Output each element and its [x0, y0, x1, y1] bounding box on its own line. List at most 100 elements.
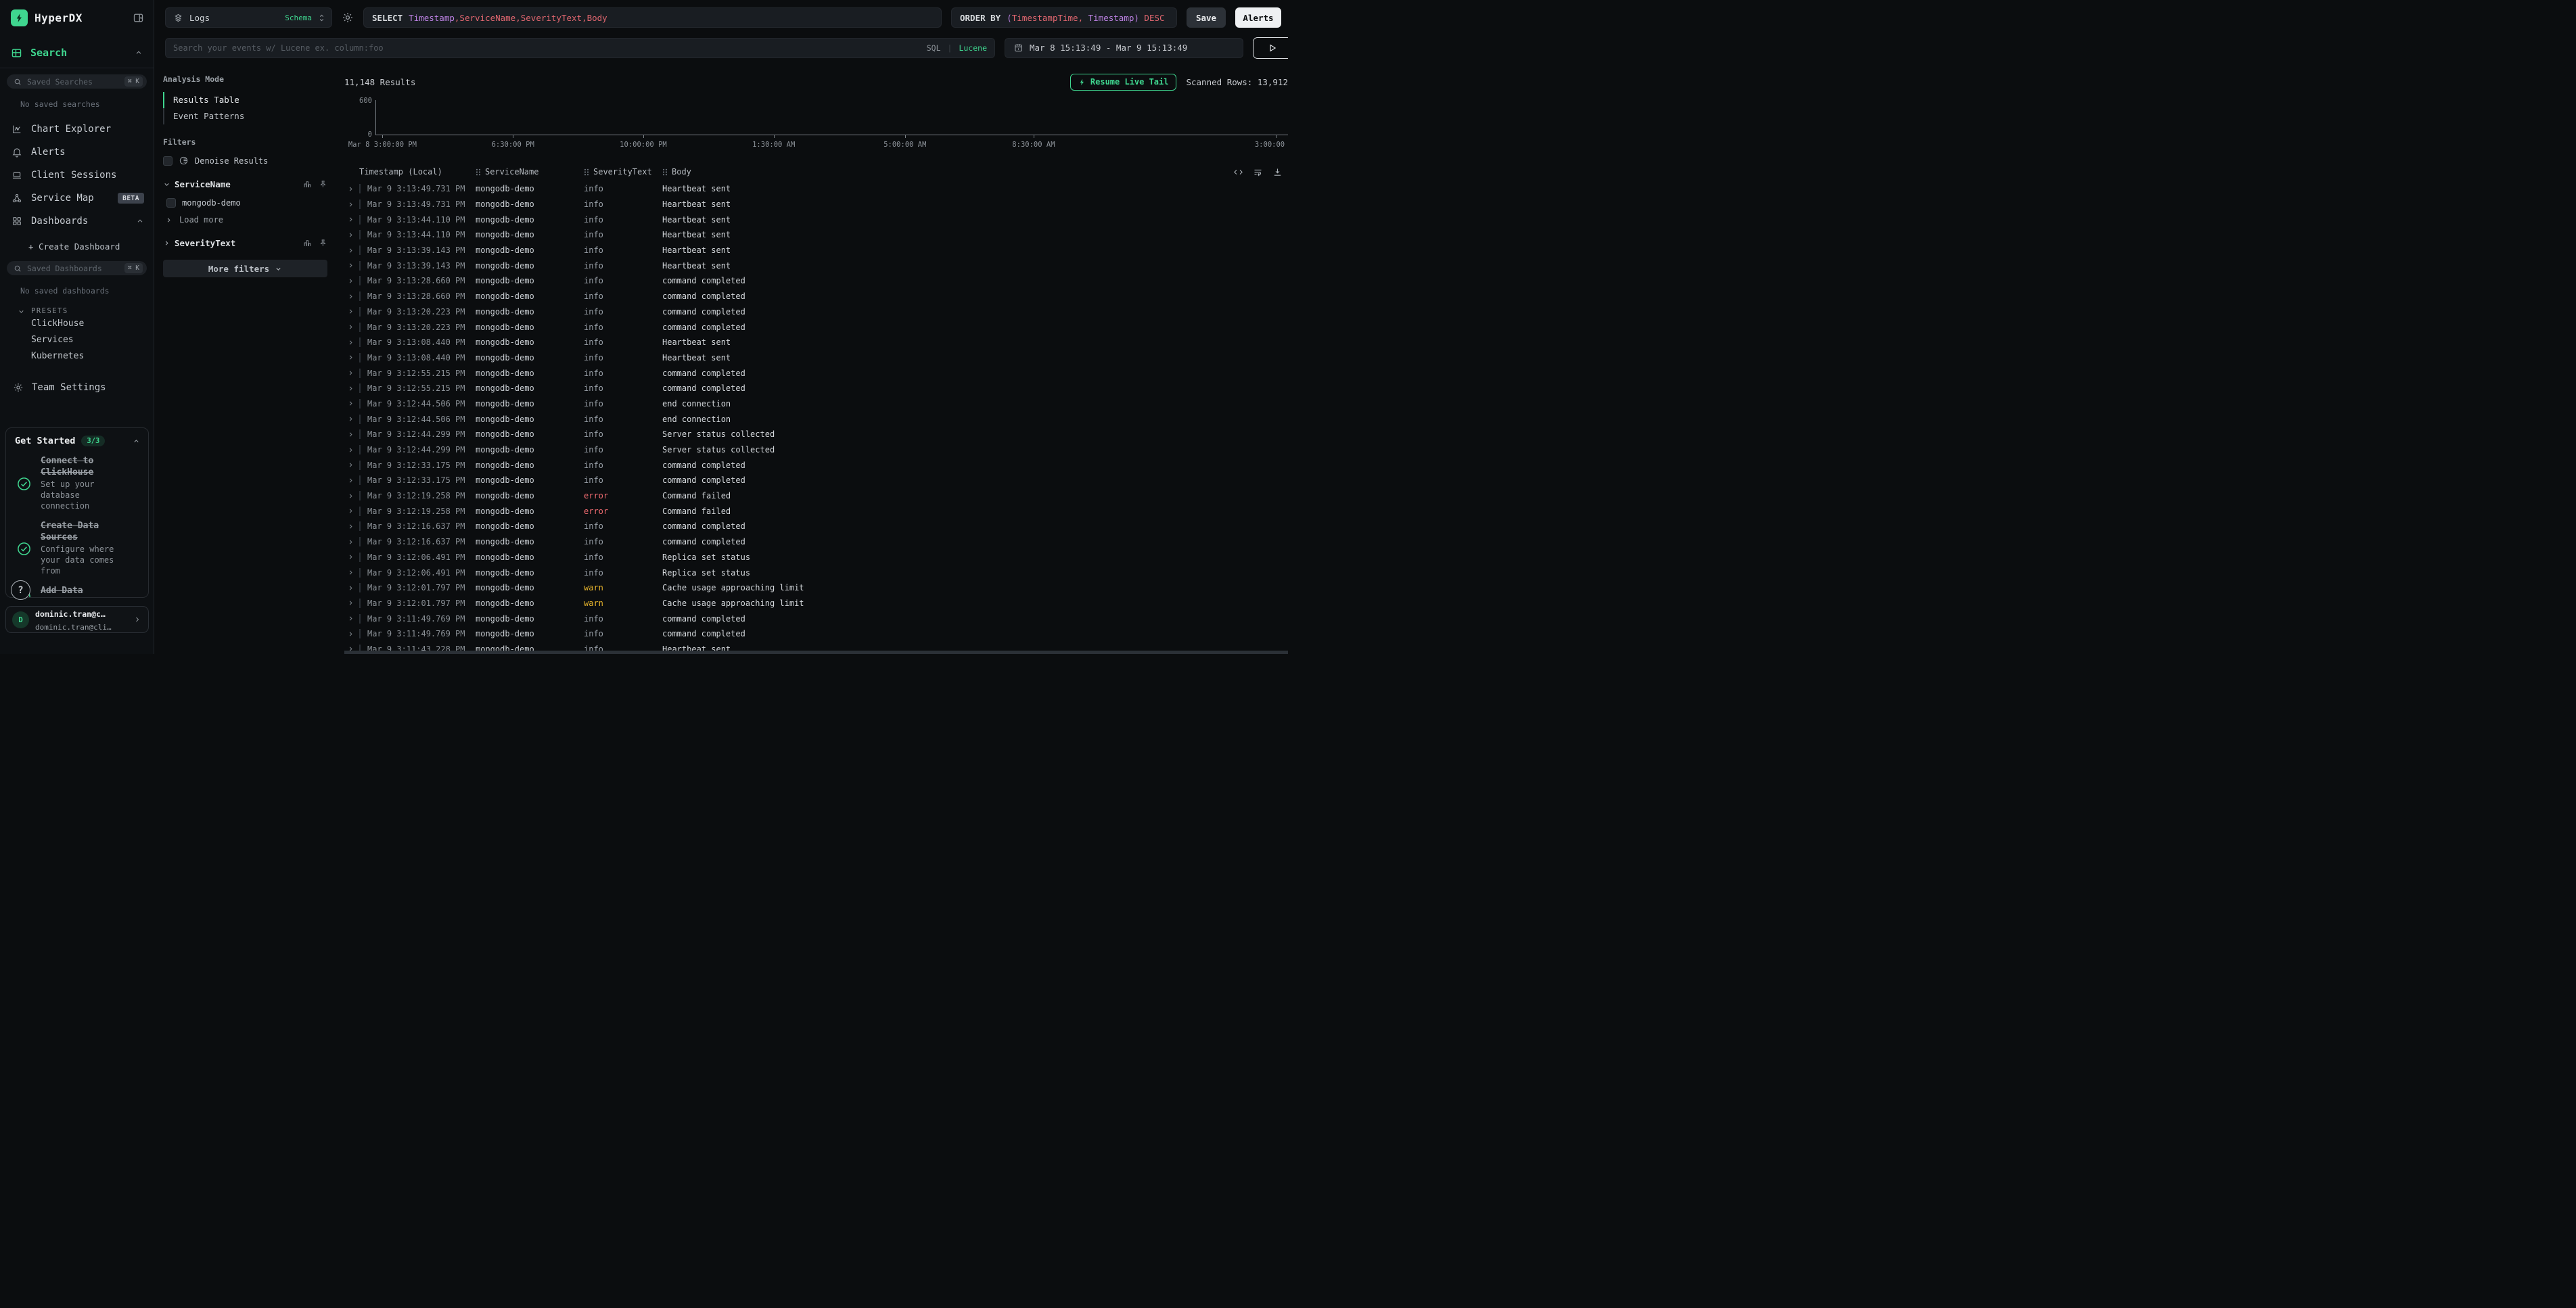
histogram-bucket[interactable] [512, 100, 532, 135]
histogram-bucket[interactable] [745, 100, 764, 135]
preset-services[interactable]: Services [0, 331, 154, 348]
histogram-bucket[interactable] [415, 100, 434, 135]
saved-searches-field[interactable] [27, 77, 119, 87]
table-row[interactable]: Mar 9 3:12:33.175 PMmongodb-demoinfocomm… [344, 457, 1288, 473]
histogram-bucket[interactable] [434, 100, 454, 135]
table-row[interactable]: Mar 9 3:13:08.440 PMmongodb-demoinfoHear… [344, 350, 1288, 366]
histogram-bucket[interactable] [473, 100, 492, 135]
expand-row-icon[interactable] [344, 477, 359, 484]
histogram-bucket[interactable] [823, 100, 842, 135]
expand-row-icon[interactable] [344, 293, 359, 300]
denoise-checkbox[interactable] [163, 156, 172, 166]
expand-row-icon[interactable] [344, 630, 359, 638]
table-row[interactable]: Mar 9 3:13:28.660 PMmongodb-demoinfocomm… [344, 289, 1288, 304]
sidebar-item-client-sessions[interactable]: Client Sessions [0, 164, 154, 187]
sidebar-item-alerts[interactable]: Alerts [0, 141, 154, 164]
expand-row-icon[interactable] [344, 523, 359, 530]
table-row[interactable]: Mar 9 3:13:49.731 PMmongodb-demoinfoHear… [344, 197, 1288, 212]
horizontal-scrollbar[interactable] [344, 651, 1288, 654]
table-row[interactable]: Mar 9 3:13:39.143 PMmongodb-demoinfoHear… [344, 258, 1288, 273]
table-row[interactable]: Mar 9 3:13:39.143 PMmongodb-demoinfoHear… [344, 243, 1288, 258]
get-started-item[interactable]: Add DataStart sending [15, 586, 140, 598]
chevron-up-icon[interactable] [133, 438, 140, 445]
histogram-bucket[interactable] [1017, 100, 1036, 135]
more-filters-button[interactable]: More filters [163, 260, 327, 277]
histogram-bucket[interactable] [803, 100, 823, 135]
histogram-bucket[interactable] [551, 100, 570, 135]
download-icon[interactable] [1272, 167, 1283, 177]
collapse-sidebar-icon[interactable] [133, 12, 144, 24]
expand-row-icon[interactable] [344, 446, 359, 454]
pin-icon[interactable] [319, 180, 327, 189]
histogram-bucket[interactable] [1269, 100, 1288, 135]
histogram-bucket[interactable] [1191, 100, 1211, 135]
table-row[interactable]: Mar 9 3:12:06.491 PMmongodb-demoinfoRepl… [344, 550, 1288, 565]
table-row[interactable]: Mar 9 3:11:49.769 PMmongodb-demoinfocomm… [344, 611, 1288, 626]
event-search-input[interactable] [173, 43, 920, 53]
chevron-up-icon[interactable] [135, 49, 143, 57]
histogram-bucket[interactable] [687, 100, 706, 135]
table-row[interactable]: Mar 9 3:13:20.223 PMmongodb-demoinfocomm… [344, 319, 1288, 335]
expand-row-icon[interactable] [344, 615, 359, 622]
table-row[interactable]: Mar 9 3:12:19.258 PMmongodb-demoerrorCom… [344, 503, 1288, 519]
histogram-bucket[interactable] [959, 100, 978, 135]
histogram-bucket[interactable] [939, 100, 959, 135]
table-row[interactable]: Mar 9 3:12:01.797 PMmongodb-demowarnCach… [344, 580, 1288, 596]
histogram-bucket[interactable] [1055, 100, 1075, 135]
column-header-severitytext[interactable]: SeverityText [584, 167, 662, 177]
code-icon[interactable] [1233, 167, 1243, 177]
expand-row-icon[interactable] [344, 538, 359, 546]
histogram-bucket[interactable] [1113, 100, 1133, 135]
histogram-bucket[interactable] [764, 100, 784, 135]
table-row[interactable]: Mar 9 3:13:28.660 PMmongodb-demoinfocomm… [344, 273, 1288, 289]
column-header-timestamp-local-[interactable]: Timestamp (Local) [359, 167, 476, 177]
pin-icon[interactable] [319, 239, 327, 248]
histogram-bucket[interactable] [396, 100, 415, 135]
expand-row-icon[interactable] [344, 507, 359, 515]
expand-row-icon[interactable] [344, 201, 359, 208]
histogram-bucket[interactable] [978, 100, 997, 135]
histogram-bucket[interactable] [919, 100, 939, 135]
histogram-bucket[interactable] [1133, 100, 1153, 135]
histogram-bucket[interactable] [628, 100, 648, 135]
expand-row-icon[interactable] [344, 400, 359, 407]
histogram-bucket[interactable] [1075, 100, 1095, 135]
alerts-button[interactable]: Alerts [1235, 7, 1281, 28]
expand-row-icon[interactable] [344, 262, 359, 269]
save-button[interactable]: Save [1187, 7, 1226, 28]
histogram-bucket[interactable] [532, 100, 551, 135]
table-row[interactable]: Mar 9 3:12:33.175 PMmongodb-demoinfocomm… [344, 473, 1288, 488]
analysis-mode-results-table[interactable]: Results Table [163, 92, 327, 108]
table-row[interactable]: Mar 9 3:12:16.637 PMmongodb-demoinfocomm… [344, 519, 1288, 534]
preset-clickhouse[interactable]: ClickHouse [0, 315, 154, 331]
wrap-text-icon[interactable] [1253, 167, 1263, 177]
table-row[interactable]: Mar 9 3:12:44.299 PMmongodb-demoinfoServ… [344, 442, 1288, 458]
create-dashboard-button[interactable]: + Create Dashboard [0, 237, 154, 255]
sidebar-item-dashboards[interactable]: Dashboards [0, 210, 154, 233]
saved-searches-input[interactable]: ⌘ K [7, 74, 147, 89]
expand-row-icon[interactable] [344, 185, 359, 193]
expand-row-icon[interactable] [344, 461, 359, 469]
saved-dashboards-field[interactable] [27, 264, 119, 273]
expand-row-icon[interactable] [344, 492, 359, 500]
expand-row-icon[interactable] [344, 385, 359, 392]
date-range-picker[interactable]: Mar 8 15:13:49 - Mar 9 15:13:49 [1005, 38, 1243, 58]
drag-handle-icon[interactable] [584, 168, 589, 176]
table-row[interactable]: Mar 9 3:13:08.440 PMmongodb-demoinfoHear… [344, 335, 1288, 350]
histogram-bucket[interactable] [590, 100, 610, 135]
histogram-bucket[interactable] [376, 100, 396, 135]
histogram-bucket[interactable] [900, 100, 920, 135]
sidebar-item-service-map[interactable]: Service MapBETA [0, 187, 154, 210]
drag-handle-icon[interactable] [476, 168, 481, 176]
histogram-bucket[interactable] [783, 100, 803, 135]
column-header-body[interactable]: Body [662, 167, 1288, 177]
select-query-input[interactable]: SELECTTimestamp,ServiceName,SeverityText… [363, 7, 942, 28]
histogram-bucket[interactable] [667, 100, 687, 135]
histogram-bucket[interactable] [570, 100, 590, 135]
histogram-bucket[interactable] [1036, 100, 1055, 135]
filter-group-servicename[interactable]: ServiceName [163, 179, 327, 189]
histogram-bucket[interactable] [1094, 100, 1113, 135]
run-query-button[interactable] [1253, 37, 1288, 59]
table-row[interactable]: Mar 9 3:13:44.110 PMmongodb-demoinfoHear… [344, 212, 1288, 227]
expand-row-icon[interactable] [344, 584, 359, 592]
